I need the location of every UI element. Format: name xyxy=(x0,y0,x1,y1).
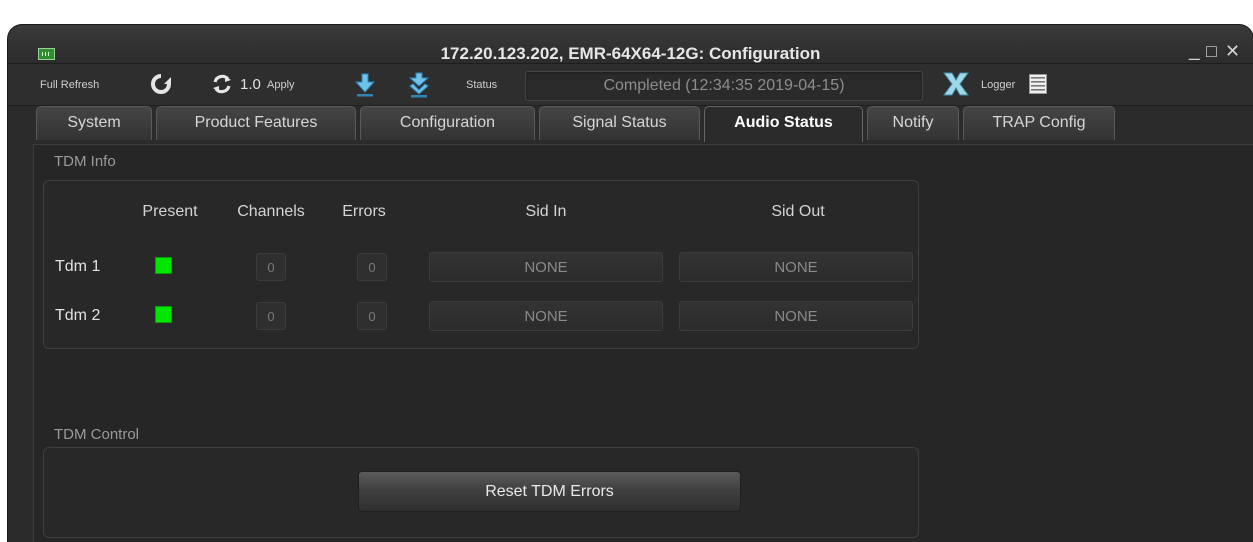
tdm-control-title: TDM Control xyxy=(54,426,140,443)
tab-audio-status[interactable]: Audio Status xyxy=(704,106,863,142)
sid-out-field[interactable]: NONE xyxy=(679,301,913,331)
sid-in-field[interactable]: NONE xyxy=(429,252,663,282)
sid-in-header: Sid In xyxy=(525,203,567,220)
tab-signal-status[interactable]: Signal Status xyxy=(539,106,700,140)
refresh-icon[interactable] xyxy=(211,73,233,95)
full-refresh-label: Full Refresh xyxy=(40,79,100,91)
channels-value: 0 xyxy=(256,253,286,281)
errors-header: Errors xyxy=(342,203,386,220)
tab-system[interactable]: System xyxy=(36,106,152,140)
double-download-arrow-icon[interactable] xyxy=(409,72,429,98)
errors-value: 0 xyxy=(357,253,387,281)
apply-label[interactable]: Apply xyxy=(267,79,295,91)
full-refresh-icon[interactable] xyxy=(150,73,172,95)
sid-out-field[interactable]: NONE xyxy=(679,252,913,282)
clear-x-icon[interactable] xyxy=(942,71,970,97)
reset-tdm-errors-button[interactable]: Reset TDM Errors xyxy=(358,471,741,512)
tab-bar: System Product Features Configuration Si… xyxy=(8,106,1253,144)
present-header: Present xyxy=(142,203,198,220)
tdm-row-label: Tdm 2 xyxy=(55,307,101,324)
tdm-info-group: Present Channels Errors Sid In Sid Out T… xyxy=(43,180,919,349)
version-label: 1.0 xyxy=(240,76,261,93)
audio-status-panel: TDM Info Present Channels Errors Sid In … xyxy=(33,144,1253,542)
minimize-icon[interactable]: _ xyxy=(1189,41,1200,61)
errors-value: 0 xyxy=(357,302,387,330)
window-title: 172.20.123.202, EMR-64X64-12G: Configura… xyxy=(440,44,821,63)
tdm-info-title: TDM Info xyxy=(54,153,116,170)
close-icon[interactable]: ✕ xyxy=(1225,41,1240,61)
tab-notify[interactable]: Notify xyxy=(867,106,959,140)
logger-label: Logger xyxy=(981,79,1016,91)
present-indicator xyxy=(155,306,172,323)
status-label: Status xyxy=(466,79,498,91)
logger-list-icon[interactable] xyxy=(1029,74,1047,94)
configuration-window: 172.20.123.202, EMR-64X64-12G: Configura… xyxy=(8,25,1253,542)
tdm-row-label: Tdm 1 xyxy=(55,258,101,275)
toolbar: Full Refresh 1.0 Apply Status Completed … xyxy=(8,64,1253,106)
sid-in-field[interactable]: NONE xyxy=(429,301,663,331)
tab-trap-config[interactable]: TRAP Config xyxy=(963,106,1115,140)
status-field: Completed (12:34:35 2019-04-15) xyxy=(525,71,923,101)
title-bar[interactable]: 172.20.123.202, EMR-64X64-12G: Configura… xyxy=(8,25,1253,64)
tab-product-features[interactable]: Product Features xyxy=(156,106,356,140)
present-indicator xyxy=(155,257,172,274)
tab-configuration[interactable]: Configuration xyxy=(360,106,535,140)
maximize-icon[interactable]: □ xyxy=(1206,41,1217,61)
download-arrow-icon[interactable] xyxy=(355,73,375,97)
channels-header: Channels xyxy=(237,203,305,220)
sid-out-header: Sid Out xyxy=(771,203,825,220)
channels-value: 0 xyxy=(256,302,286,330)
